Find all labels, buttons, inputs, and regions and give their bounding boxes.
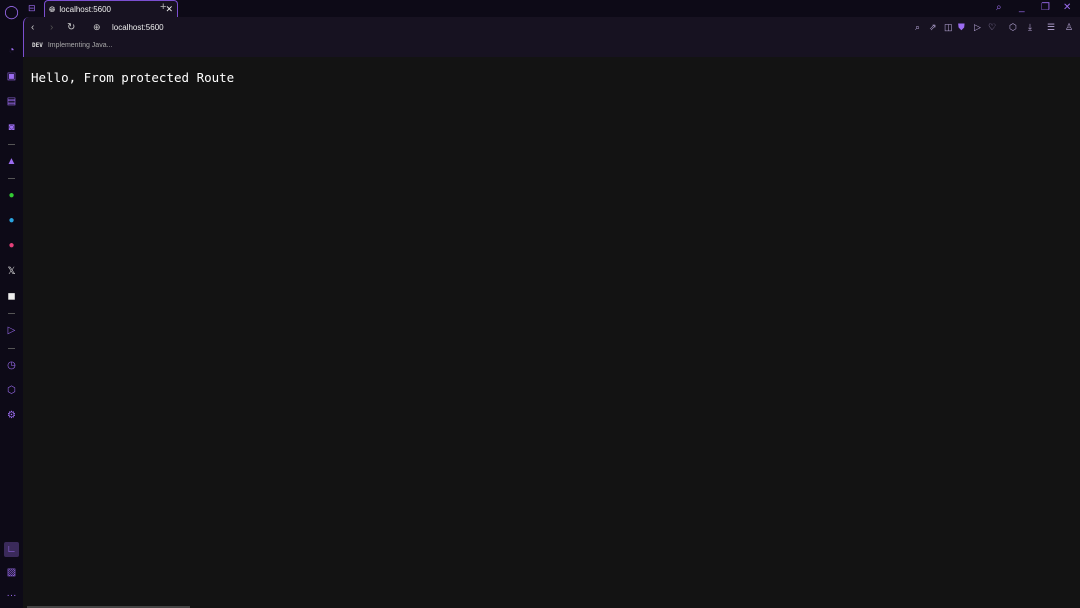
- bookmark-item[interactable]: DEV Implementing Java...: [32, 42, 112, 49]
- x-icon[interactable]: 𝕏: [4, 264, 19, 279]
- tab-localhost[interactable]: 🌐︎ localhost:5600 ✕: [44, 0, 178, 18]
- telegram-icon[interactable]: ●: [4, 213, 19, 228]
- tab-bar: ⊟ 🌐︎ localhost:5600 ✕ + ⌕ _ ❐ ✕: [23, 0, 1080, 18]
- snapshot-icon[interactable]: ▨: [4, 565, 19, 580]
- search-icon[interactable]: ⌕: [996, 2, 1002, 13]
- box-icon[interactable]: ⬡: [1009, 22, 1017, 33]
- aria-icon[interactable]: ▲: [4, 154, 19, 169]
- close-window-button[interactable]: ✕: [1063, 2, 1071, 13]
- page-heading: Hello, From protected Route: [31, 70, 235, 85]
- history-icon[interactable]: ◷: [4, 358, 19, 373]
- globe-icon: 🌐︎: [49, 4, 56, 14]
- share-icon[interactable]: ⇗: [929, 22, 937, 33]
- workspace-icon[interactable]: ⊟: [28, 3, 36, 14]
- page-content: Hello, From protected Route: [23, 57, 1080, 608]
- heart-icon[interactable]: ♡: [988, 22, 996, 33]
- forward-button[interactable]: ›: [50, 22, 53, 33]
- minimize-button[interactable]: _: [1019, 2, 1025, 13]
- send-icon[interactable]: ▷: [974, 22, 981, 33]
- bookmark-badge: DEV: [32, 42, 43, 49]
- download-icon[interactable]: ⤓: [1028, 22, 1032, 33]
- instagram-app-icon[interactable]: ◙: [4, 120, 19, 135]
- zoom-icon[interactable]: ⌕: [915, 22, 920, 33]
- address-bar[interactable]: localhost:5600: [112, 23, 164, 32]
- profile-icon[interactable]: ♙: [1065, 22, 1073, 33]
- bookmark-label: Implementing Java...: [47, 42, 113, 49]
- more-icon[interactable]: ···: [4, 588, 19, 603]
- back-button[interactable]: ‹: [31, 22, 34, 33]
- player-icon[interactable]: ▷: [4, 323, 19, 338]
- adblock-shield-icon[interactable]: ⛊: [958, 22, 965, 33]
- speed-dial-icon[interactable]: ◔: [4, 43, 19, 58]
- twitch-icon[interactable]: ▤: [4, 94, 19, 109]
- toolbar: ‹ › ↻ ⊕ localhost:5600 DEV Implementing …: [23, 17, 1080, 57]
- settings-icon[interactable]: ⚙: [4, 408, 19, 423]
- gx-corner-icon[interactable]: ∟: [4, 542, 19, 557]
- restore-button[interactable]: ❐: [1041, 2, 1050, 13]
- discord-icon[interactable]: ◼: [4, 289, 19, 304]
- new-tab-button[interactable]: +: [160, 1, 166, 13]
- extensions-icon[interactable]: ⬡: [4, 383, 19, 398]
- close-tab-icon[interactable]: ✕: [165, 4, 173, 15]
- shopping-icon[interactable]: ▣: [4, 69, 19, 84]
- site-info-icon[interactable]: ⊕: [93, 22, 101, 33]
- whatsapp-icon[interactable]: ●: [4, 188, 19, 203]
- sidebar: ◯ ◔ ▣ ▤ ◙ ▲ ● ● ● 𝕏 ◼ ▷ ◷ ⬡ ⚙ ∟ ▨ ···: [0, 0, 23, 608]
- reload-button[interactable]: ↻: [67, 22, 75, 33]
- easy-setup-icon[interactable]: ☰: [1047, 22, 1055, 33]
- opera-logo-icon[interactable]: ◯: [4, 4, 19, 19]
- camera-icon[interactable]: ◫: [944, 22, 953, 33]
- tab-title: localhost:5600: [59, 5, 111, 14]
- instagram-icon[interactable]: ●: [4, 238, 19, 253]
